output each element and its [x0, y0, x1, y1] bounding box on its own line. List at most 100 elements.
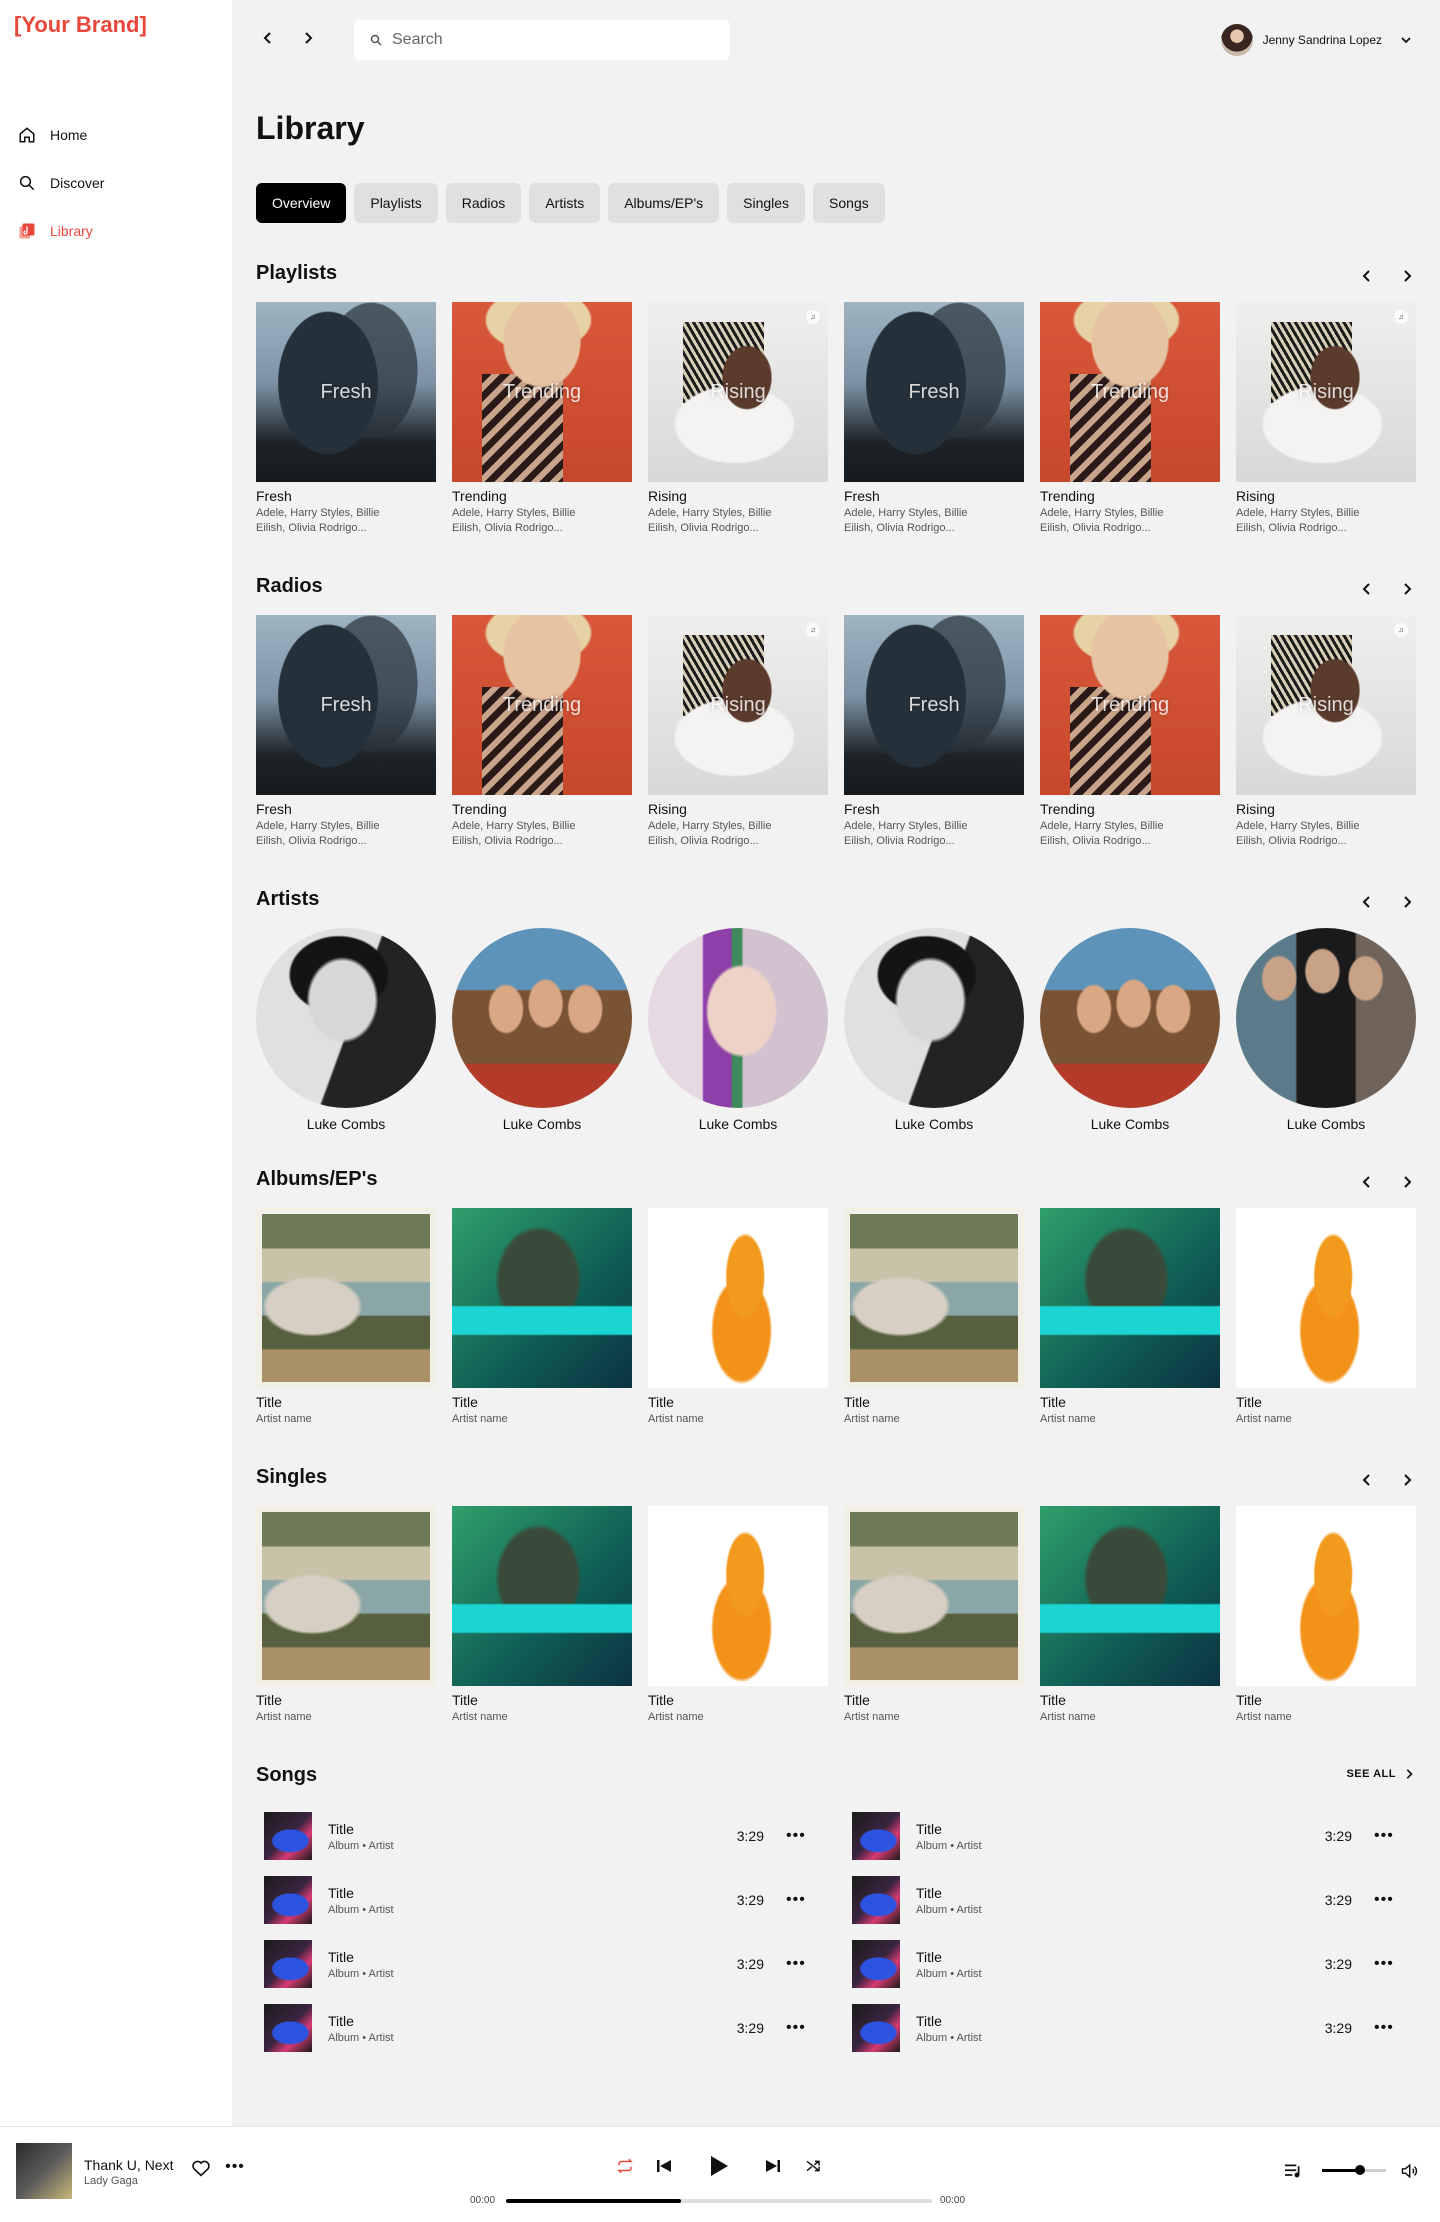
playlist-card[interactable]: Rising ♫ Rising Adele, Harry Styles, Billie… — [648, 302, 828, 536]
album-card[interactable]: Title Artist name — [1040, 1208, 1220, 1427]
nav-item-home[interactable]: Home — [18, 126, 87, 144]
more-icon[interactable]: ••• — [786, 1955, 805, 1973]
artist-card[interactable]: Luke Combs — [452, 928, 632, 1132]
album-card[interactable]: Title Artist name — [648, 1208, 828, 1427]
single-card[interactable]: Title Artist name — [452, 1506, 632, 1725]
playlist-card[interactable]: Trending Trending Adele, Harry Styles, Bil… — [1040, 302, 1220, 536]
album-card[interactable]: Title Artist name — [256, 1208, 436, 1427]
more-icon[interactable]: ••• — [1374, 1827, 1393, 1845]
album-card[interactable]: Title Artist name — [1236, 1208, 1416, 1427]
previous-button[interactable] — [653, 2155, 675, 2177]
like-button[interactable] — [191, 2158, 211, 2178]
song-row[interactable]: Title Album • Artist 3:29 ••• — [844, 1812, 1404, 1860]
next-button[interactable] — [762, 2155, 784, 2177]
forward-button[interactable] — [298, 28, 318, 48]
volume-slider[interactable] — [1322, 2165, 1386, 2175]
brand-logo[interactable]: [Your Brand] — [14, 12, 147, 38]
radio-card[interactable]: Trending Trending Adele, Harry Styles, Bil… — [1040, 615, 1220, 849]
scroll-right-button[interactable] — [1398, 580, 1416, 598]
album-card[interactable]: Title Artist name — [844, 1208, 1024, 1427]
scroll-right-button[interactable] — [1398, 893, 1416, 911]
song-row[interactable]: Title Album • Artist 3:29 ••• — [844, 1876, 1404, 1924]
card-artist: Artist name — [1040, 1711, 1096, 1723]
nav-item-library[interactable]: Library — [18, 222, 93, 240]
more-icon[interactable]: ••• — [1374, 2019, 1393, 2037]
song-title: Title — [916, 1948, 942, 1965]
scroll-left-button[interactable] — [1358, 1173, 1376, 1191]
scroll-left-button[interactable] — [1358, 267, 1376, 285]
scroll-left-button[interactable] — [1358, 580, 1376, 598]
tab-overview[interactable]: Overview — [256, 183, 347, 223]
subtitle-line: Adele, Harry Styles, Billie — [844, 820, 968, 832]
artist-card[interactable]: Luke Combs — [1236, 928, 1416, 1132]
song-row[interactable]: Title Album • Artist 3:29 ••• — [256, 1876, 816, 1924]
see-all-button[interactable]: SEE ALL — [1346, 1768, 1414, 1780]
playlist-card[interactable]: Fresh Fresh Adele, Harry Styles, Billie Eil… — [256, 302, 436, 536]
search-bar[interactable] — [354, 20, 730, 60]
volume-button[interactable] — [1398, 2160, 1420, 2182]
cover-overlay-text: Fresh — [320, 693, 372, 716]
card-title: Title — [844, 1394, 870, 1410]
song-row[interactable]: Title Album • Artist 3:29 ••• — [844, 1940, 1404, 1988]
tab-singles[interactable]: Singles — [727, 183, 806, 223]
radio-card[interactable]: Rising ♫ Rising Adele, Harry Styles, Billie… — [1236, 615, 1416, 849]
now-playing-art[interactable] — [16, 2143, 72, 2199]
more-icon[interactable]: ••• — [1374, 1955, 1393, 1973]
artist-card[interactable]: Luke Combs — [844, 928, 1024, 1132]
song-row[interactable]: Title Album • Artist 3:29 ••• — [844, 2004, 1404, 2052]
tab-artists[interactable]: Artists — [529, 183, 601, 223]
user-menu[interactable]: Jenny Sandrina Lopez — [1220, 24, 1412, 56]
playlist-card[interactable]: Rising ♫ Rising Adele, Harry Styles, Billie… — [1236, 302, 1416, 536]
single-card[interactable]: Title Artist name — [1236, 1506, 1416, 1725]
scroll-right-button[interactable] — [1398, 1471, 1416, 1489]
search-icon — [370, 34, 382, 46]
queue-button[interactable] — [1282, 2160, 1304, 2182]
now-playing-artist[interactable]: Lady Gaga — [84, 2175, 138, 2187]
volume-knob[interactable] — [1355, 2165, 1366, 2175]
back-button[interactable] — [258, 28, 278, 48]
radio-card[interactable]: Trending Trending Adele, Harry Styles, Bil… — [452, 615, 632, 849]
artist-card[interactable]: Luke Combs — [256, 928, 436, 1132]
now-playing-title[interactable]: Thank U, Next — [84, 2157, 173, 2173]
song-thumbnail — [264, 2004, 312, 2052]
single-card[interactable]: Title Artist name — [648, 1506, 828, 1725]
playlist-card[interactable]: Trending Trending Adele, Harry Styles, Bil… — [452, 302, 632, 536]
tab-songs[interactable]: Songs — [813, 183, 885, 223]
card-subtitle: Adele, Harry Styles, Billie Eilish, Olivi… — [1040, 506, 1220, 536]
repeat-button[interactable] — [614, 2155, 636, 2177]
single-card[interactable]: Title Artist name — [256, 1506, 436, 1725]
radio-card[interactable]: Fresh Fresh Adele, Harry Styles, Billie Eil… — [256, 615, 436, 849]
more-icon[interactable]: ••• — [786, 1891, 805, 1909]
scroll-left-button[interactable] — [1358, 1471, 1376, 1489]
song-row[interactable]: Title Album • Artist 3:29 ••• — [256, 1940, 816, 1988]
single-card[interactable]: Title Artist name — [844, 1506, 1024, 1725]
more-icon[interactable]: ••• — [786, 2019, 805, 2037]
library-icon — [19, 223, 35, 239]
song-row[interactable]: Title Album • Artist 3:29 ••• — [256, 2004, 816, 2052]
radio-card[interactable]: Fresh Fresh Adele, Harry Styles, Billie Eil… — [844, 615, 1024, 849]
radio-card[interactable]: Rising ♫ Rising Adele, Harry Styles, Billie… — [648, 615, 828, 849]
search-input[interactable] — [392, 31, 692, 49]
tab-radios[interactable]: Radios — [445, 183, 522, 223]
album-card[interactable]: Title Artist name — [452, 1208, 632, 1427]
scroll-right-button[interactable] — [1398, 1173, 1416, 1191]
single-card[interactable]: Title Artist name — [1040, 1506, 1220, 1725]
subtitle-line: Eilish, Olivia Rodrigo... — [1040, 835, 1151, 847]
scroll-left-button[interactable] — [1358, 893, 1376, 911]
scroll-right-button[interactable] — [1398, 267, 1416, 285]
see-all-label: SEE ALL — [1346, 1768, 1396, 1780]
song-meta: Title Album • Artist — [916, 1949, 1325, 1980]
nav-item-discover[interactable]: Discover — [18, 174, 104, 192]
song-row[interactable]: Title Album • Artist 3:29 ••• — [256, 1812, 816, 1860]
progress-bar[interactable] — [506, 2199, 932, 2203]
tab-albums[interactable]: Albums/EP's — [608, 183, 720, 223]
artist-card[interactable]: Luke Combs — [648, 928, 828, 1132]
tab-playlists[interactable]: Playlists — [354, 183, 438, 223]
artist-card[interactable]: Luke Combs — [1040, 928, 1220, 1132]
play-button[interactable] — [706, 2153, 732, 2179]
playlist-card[interactable]: Fresh Fresh Adele, Harry Styles, Billie Eil… — [844, 302, 1024, 536]
more-icon[interactable]: ••• — [224, 2157, 246, 2177]
shuffle-button[interactable] — [802, 2155, 824, 2177]
more-icon[interactable]: ••• — [1374, 1891, 1393, 1909]
more-icon[interactable]: ••• — [786, 1827, 805, 1845]
